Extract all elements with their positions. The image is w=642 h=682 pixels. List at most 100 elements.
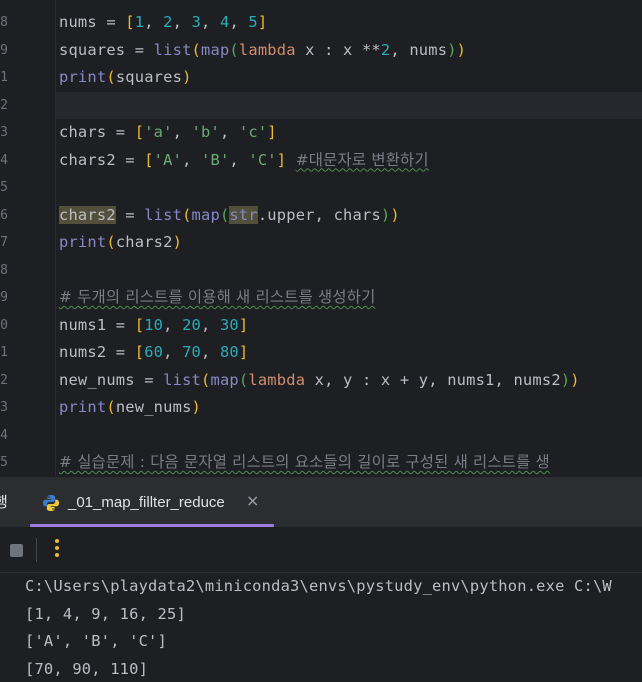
code-token: , <box>163 343 183 361</box>
code-token: squares <box>115 68 183 86</box>
code-token: list <box>144 205 183 224</box>
line-number: 8 <box>0 262 8 278</box>
code-line[interactable] <box>59 422 642 450</box>
code-token: = <box>115 123 135 141</box>
code-token: = <box>115 205 145 224</box>
code-token: print <box>59 233 107 251</box>
code-token: ) <box>191 398 202 416</box>
code-token: , <box>229 150 249 169</box>
line-number: 6 <box>0 207 8 223</box>
run-console-output[interactable]: C:\Users\playdata2\miniconda3\envs\pystu… <box>0 573 642 682</box>
code-token: x <box>305 40 325 59</box>
code-token: 'C' <box>248 150 277 169</box>
code-token: upper <box>267 205 315 224</box>
code-token: = <box>125 150 145 169</box>
code-token: ] <box>238 343 249 361</box>
code-line[interactable]: new_nums = list(map(lambda x, y : x + y,… <box>59 367 642 395</box>
line-number: 1 <box>0 70 8 85</box>
code-token: ] <box>238 315 249 334</box>
python-icon <box>43 495 59 511</box>
code-token: ( <box>229 40 239 59</box>
code-token: nums2 <box>59 343 116 361</box>
code-token: , <box>172 13 192 31</box>
line-number: 2 <box>0 97 8 113</box>
code-token: , <box>182 150 202 169</box>
code-token: , <box>314 205 334 224</box>
console-line: [1, 4, 9, 16, 25] <box>25 604 186 623</box>
code-token: 'B' <box>201 150 230 169</box>
code-token: nums1 <box>59 315 116 334</box>
line-number: 1 <box>0 345 8 360</box>
code-editor[interactable]: 89123456789012345 nums = [1, 2, 3, 4, 5]… <box>0 0 642 476</box>
code-line[interactable]: chars2 = list(map(str.upper, chars)) <box>59 202 642 230</box>
code-token: new_nums <box>115 398 192 416</box>
code-token: 30 <box>219 315 239 334</box>
run-tab-label: _01_map_fillter_reduce <box>68 494 225 511</box>
code-line[interactable]: chars = ['a', 'b', 'c'] <box>59 119 642 147</box>
tool-window-title-stub[interactable]: 행 <box>0 491 8 512</box>
code-line[interactable]: nums1 = [10, 20, 30] <box>59 312 642 340</box>
code-token: map <box>201 40 230 59</box>
code-token: 'a' <box>144 123 173 141</box>
code-token: y <box>418 370 429 389</box>
code-token: 3 <box>191 13 202 31</box>
code-token: 60 <box>144 343 164 361</box>
code-line[interactable]: squares = list(map(lambda x : x **2, num… <box>59 37 642 65</box>
code-token: ** <box>361 40 381 59</box>
code-line[interactable]: print(squares) <box>59 64 642 92</box>
stop-icon[interactable] <box>10 544 23 557</box>
code-line[interactable]: print(chars2) <box>59 229 642 257</box>
code-line[interactable]: print(new_nums) <box>59 394 642 422</box>
code-token: ] <box>276 150 296 169</box>
code-token: chars2 <box>59 150 126 169</box>
line-number: 5 <box>0 180 8 195</box>
run-tab[interactable]: _01_map_fillter_reduce × <box>30 477 274 527</box>
code-token: lambda <box>248 370 315 389</box>
code-token: 20 <box>182 315 202 334</box>
code-line[interactable]: nums = [1, 2, 3, 4, 5] <box>59 9 642 37</box>
code-token: 2 <box>380 40 391 59</box>
code-token: , <box>324 370 344 389</box>
line-number: 4 <box>0 427 8 443</box>
code-token: nums <box>409 40 448 59</box>
code-token: ( <box>106 398 116 416</box>
code-token: ) <box>447 40 457 59</box>
toolbar-divider <box>36 538 37 562</box>
code-token: 'b' <box>191 123 220 141</box>
code-token: y <box>343 370 362 389</box>
code-token: ) <box>560 370 571 389</box>
code-line[interactable]: # 두개의 리스트를 이용해 새 리스트를 생성하기 <box>59 284 642 312</box>
code-token: nums1 <box>447 370 495 389</box>
code-token: chars <box>333 205 381 224</box>
code-token: , <box>390 40 410 59</box>
code-token: # 두개의 리스트를 이용해 새 리스트를 생성하기 <box>59 288 376 306</box>
line-number: 5 <box>0 455 8 470</box>
code-token: x <box>343 40 362 59</box>
code-line[interactable] <box>59 174 642 202</box>
code-token: chars2 <box>59 205 116 224</box>
code-token: ] <box>257 13 268 31</box>
code-line[interactable]: # 실습문제 : 다음 문자열 리스트의 요소들의 길이로 구성된 새 리스트를… <box>59 449 642 476</box>
code-token: 5 <box>248 13 258 31</box>
code-token: = <box>106 13 126 31</box>
code-line[interactable]: chars2 = ['A', 'B', 'C'] #대문자로 변환하기 <box>59 147 642 175</box>
code-token: new_nums <box>59 370 145 389</box>
more-vertical-icon[interactable] <box>52 537 62 561</box>
code-token: , <box>201 13 220 31</box>
code-line-current[interactable] <box>56 91 642 119</box>
run-toolbar <box>0 527 642 573</box>
code-token: print <box>59 398 107 416</box>
close-icon[interactable]: × <box>246 491 259 510</box>
code-token: ) <box>570 370 580 389</box>
code-token: ( <box>106 68 116 86</box>
line-number-gutter[interactable]: 8 9 1 2 3 4 5 6 7 8 9 0 1 2 3 4 5 <box>0 0 50 476</box>
code-token: [ <box>134 315 145 334</box>
code-line[interactable]: nums2 = [60, 70, 80] <box>59 339 642 367</box>
code-token: list <box>153 40 192 59</box>
code-token: ( <box>191 40 202 59</box>
code-token: 'c' <box>238 123 268 141</box>
code-token: squares <box>59 40 135 59</box>
code-token: , <box>494 370 514 389</box>
code-token: 70 <box>182 343 202 361</box>
code-line[interactable] <box>59 257 642 285</box>
